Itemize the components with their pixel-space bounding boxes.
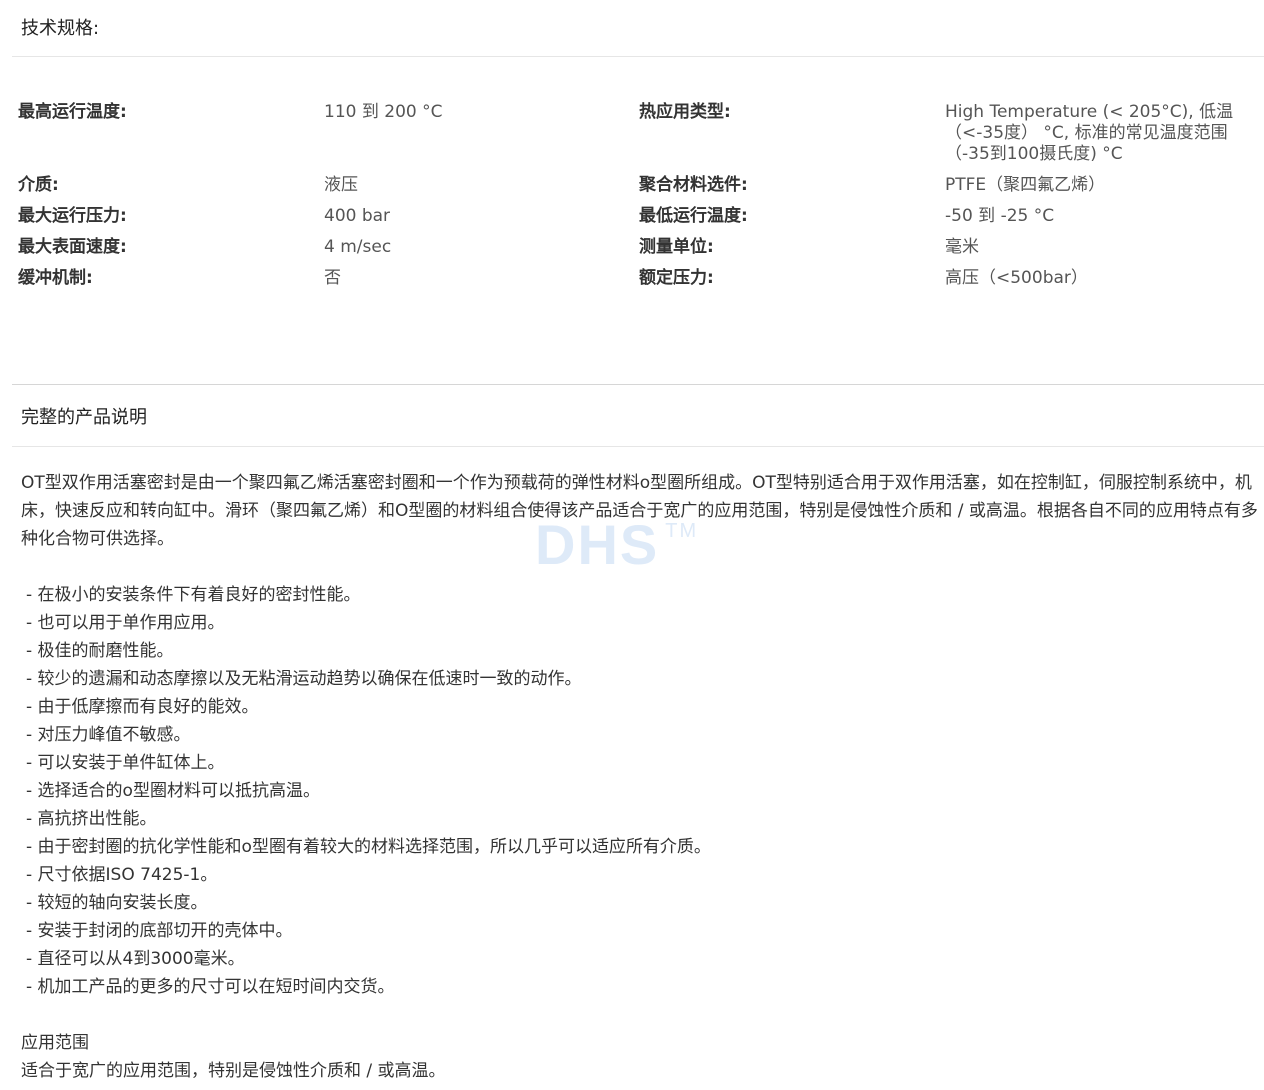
specs-heading: 技术规格: xyxy=(21,18,100,39)
spec-label: 最大运行压力: xyxy=(18,206,127,226)
description-body: OT型双作用活塞密封是由一个聚四氟乙烯活塞密封圈和一个作为预载荷的弹性材料o型圈… xyxy=(21,469,1261,1085)
list-item: - 机加工产品的更多的尺寸可以在短时间内交货。 xyxy=(26,977,395,997)
specs-heading-divider xyxy=(12,56,1264,57)
spec-value: 液压 xyxy=(324,175,358,195)
list-item: - 尺寸依据ISO 7425-1。 xyxy=(26,865,218,885)
description-heading-divider xyxy=(12,446,1264,447)
spec-label: 测量单位: xyxy=(639,237,714,257)
spec-label: 缓冲机制: xyxy=(18,268,93,288)
description-intro: OT型双作用活塞密封是由一个聚四氟乙烯活塞密封圈和一个作为预载荷的弹性材料o型圈… xyxy=(21,473,1258,549)
list-item: - 由于低摩擦而有良好的能效。 xyxy=(26,697,259,717)
list-item: - 高抗挤出性能。 xyxy=(26,809,157,829)
spec-value: -50 到 -25 °C xyxy=(945,206,1055,226)
spec-value: 高压（<500bar） xyxy=(945,268,1088,288)
feature-list: - 在极小的安装条件下有着良好的密封性能。 - 也可以用于单作用应用。 - 极佳… xyxy=(21,581,1261,1001)
spec-row: 介质: 液压 聚合材料选件: PTFE（聚四氟乙烯） xyxy=(18,175,1248,196)
spec-value: 4 m/sec xyxy=(324,237,392,257)
spec-value: High Temperature (< 205°C), 低温（<-35度） °C… xyxy=(945,102,1234,164)
spec-row: 最高运行温度: 110 到 200 °C 热应用类型: High Tempera… xyxy=(18,102,1248,165)
list-item: - 较少的遗漏和动态摩擦以及无粘滑运动趋势以确保在低速时一致的动作。 xyxy=(26,669,582,689)
spec-value: PTFE（聚四氟乙烯） xyxy=(945,175,1106,195)
list-item: - 安装于封闭的底部切开的壳体中。 xyxy=(26,921,293,941)
spec-row: 最大表面速度: 4 m/sec 测量单位: 毫米 xyxy=(18,237,1248,258)
section-divider xyxy=(12,384,1264,385)
list-item: - 也可以用于单作用应用。 xyxy=(26,613,225,633)
list-item: - 极佳的耐磨性能。 xyxy=(26,641,174,661)
spec-value: 毫米 xyxy=(945,237,979,257)
spec-row: 缓冲机制: 否 额定压力: 高压（<500bar） xyxy=(18,268,1248,289)
specs-table: 最高运行温度: 110 到 200 °C 热应用类型: High Tempera… xyxy=(18,102,1248,299)
spec-label: 介质: xyxy=(18,175,59,195)
list-item: - 直径可以从4到3000毫米。 xyxy=(26,949,245,969)
list-item: - 较短的轴向安装长度。 xyxy=(26,893,208,913)
application-heading: 应用范围 xyxy=(21,1033,89,1053)
list-item: - 选择适合的o型圈材料可以抵抗高温。 xyxy=(26,781,320,801)
spec-value: 否 xyxy=(324,268,341,288)
spec-label: 最高运行温度: xyxy=(18,102,127,122)
spec-value: 110 到 200 °C xyxy=(324,102,443,122)
spec-label: 最大表面速度: xyxy=(18,237,127,257)
spec-label: 最低运行温度: xyxy=(639,206,748,226)
application-text: 适合于宽广的应用范围，特别是侵蚀性介质和 / 或高温。 xyxy=(21,1061,446,1081)
list-item: - 可以安装于单件缸体上。 xyxy=(26,753,225,773)
spec-label: 热应用类型: xyxy=(639,102,731,122)
list-item: - 在极小的安装条件下有着良好的密封性能。 xyxy=(26,585,361,605)
description-heading: 完整的产品说明 xyxy=(21,407,147,428)
spec-row: 最大运行压力: 400 bar 最低运行温度: -50 到 -25 °C xyxy=(18,206,1248,227)
spec-label: 聚合材料选件: xyxy=(639,175,748,195)
list-item: - 由于密封圈的抗化学性能和o型圈有着较大的材料选择范围，所以几乎可以适应所有介… xyxy=(26,837,711,857)
spec-label: 额定压力: xyxy=(639,268,714,288)
spec-value: 400 bar xyxy=(324,206,391,226)
list-item: - 对压力峰值不敏感。 xyxy=(26,725,191,745)
